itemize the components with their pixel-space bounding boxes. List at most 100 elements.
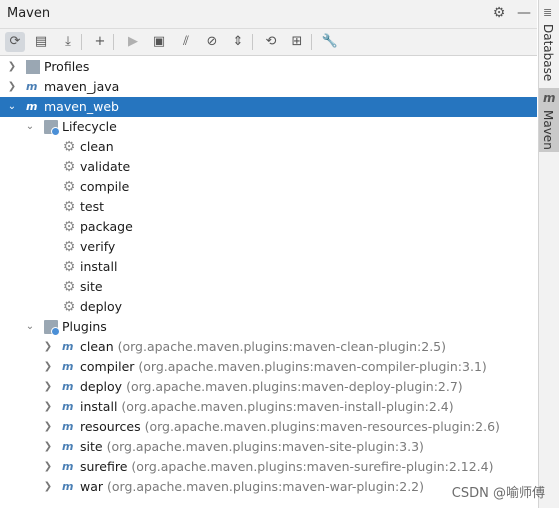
tree-node-label: test xyxy=(80,199,105,214)
chevron-right-icon[interactable]: ❯ xyxy=(42,397,54,417)
show-diagram-button[interactable]: ⊞ xyxy=(287,32,307,52)
chevron-right-icon[interactable]: ❯ xyxy=(42,357,54,377)
tree-node-label: compiler (org.apache.maven.plugins:maven… xyxy=(80,357,487,377)
tree-node-maven-java[interactable]: ❯ m maven_java xyxy=(0,77,537,97)
maven-plugin-icon: m xyxy=(62,480,74,493)
plugin-name: compiler xyxy=(80,359,135,374)
chevron-right-icon[interactable]: ❯ xyxy=(42,457,54,477)
tree-node-label: maven_java xyxy=(44,79,120,94)
tree-node-maven-web[interactable]: ⌄ m maven_web xyxy=(0,97,537,117)
skip-tests-button[interactable]: ⊘ xyxy=(202,32,222,52)
chevron-right-icon[interactable]: ❯ xyxy=(42,477,54,497)
gear-icon[interactable]: ⚙ xyxy=(490,4,508,22)
gear-icon: ⚙ xyxy=(62,139,76,155)
watermark: CSDN @喻师傅 xyxy=(451,486,545,501)
plugin-coordinates: (org.apache.maven.plugins:maven-war-plug… xyxy=(107,479,425,494)
plugin-node-surefire[interactable]: ❯ m surefire (org.apache.maven.plugins:mav… xyxy=(0,457,537,477)
tree-node-label: verify xyxy=(80,239,116,254)
maven-tab-label: Maven xyxy=(541,110,555,150)
chevron-down-icon[interactable]: ⌄ xyxy=(24,317,36,337)
plugin-name: site xyxy=(80,439,103,454)
plugin-node-site[interactable]: ❯ m site (org.apache.maven.plugins:maven-s… xyxy=(0,437,537,457)
lifecycle-goal-clean[interactable]: ⚙ clean xyxy=(0,137,537,157)
chevron-down-icon[interactable]: ⌄ xyxy=(6,97,18,117)
plugin-coordinates: (org.apache.maven.plugins:maven-resource… xyxy=(144,419,500,434)
profiles-folder-icon xyxy=(26,60,40,74)
chevron-right-icon[interactable]: ❯ xyxy=(42,377,54,397)
chevron-down-icon[interactable]: ⌄ xyxy=(24,117,36,137)
plugin-coordinates: (org.apache.maven.plugins:maven-site-plu… xyxy=(106,439,424,454)
chevron-right-icon[interactable]: ❯ xyxy=(42,337,54,357)
gear-icon: ⚙ xyxy=(62,159,76,175)
terminal-icon: ▣ xyxy=(152,34,166,49)
tree-node-label: compile xyxy=(80,179,130,194)
tree-node-lifecycle[interactable]: ⌄ Lifecycle xyxy=(0,117,537,137)
tree-node-label: validate xyxy=(80,159,131,174)
toolbar-separator xyxy=(252,34,253,50)
analyze-icon: ⟲ xyxy=(265,34,277,49)
lifecycle-goal-test[interactable]: ⚙ test xyxy=(0,197,537,217)
gear-icon: ⚙ xyxy=(62,199,76,215)
add-maven-project-button[interactable]: + xyxy=(90,32,110,52)
maven-plugin-icon: m xyxy=(62,340,74,353)
plugin-name: war xyxy=(80,479,104,494)
plugin-node-deploy[interactable]: ❯ m deploy (org.apache.maven.plugins:maven… xyxy=(0,377,537,397)
maven-plugin-icon: m xyxy=(62,360,74,373)
plugin-name: deploy xyxy=(80,379,123,394)
maven-project-tree: ❯ Profiles ❯ m maven_java ⌄ m maven_web … xyxy=(0,57,537,508)
database-tab[interactable]: ≣ Database xyxy=(539,4,559,82)
minus-icon[interactable]: — xyxy=(515,4,533,22)
refresh-icon: ⟳ xyxy=(9,34,21,49)
reload-all-projects-button[interactable]: ⟳ xyxy=(5,32,25,52)
chevron-right-icon[interactable]: ❯ xyxy=(42,417,54,437)
maven-module-icon: m xyxy=(26,100,38,113)
tree-node-label: site (org.apache.maven.plugins:maven-sit… xyxy=(80,437,424,457)
plugins-folder-icon xyxy=(44,320,60,336)
toolbar-separator xyxy=(81,34,82,50)
database-tab-label: Database xyxy=(541,24,555,82)
plus-icon: + xyxy=(94,34,106,49)
gear-icon: ⚙ xyxy=(62,279,76,295)
plugin-name: install xyxy=(80,399,118,414)
generate-sources-button[interactable]: ▤ xyxy=(31,32,51,52)
toggle-offline-mode-button[interactable]: ⫽ xyxy=(176,32,196,52)
lifecycle-goal-install[interactable]: ⚙ install xyxy=(0,257,537,277)
chevron-right-icon[interactable]: ❯ xyxy=(6,77,18,97)
tree-node-label: war (org.apache.maven.plugins:maven-war-… xyxy=(80,477,424,497)
gear-icon: ⚙ xyxy=(62,239,76,255)
lifecycle-goal-validate[interactable]: ⚙ validate xyxy=(0,157,537,177)
maven-settings-button[interactable]: 🔧 xyxy=(320,32,340,52)
tree-node-label: deploy (org.apache.maven.plugins:maven-d… xyxy=(80,377,463,397)
plugin-coordinates: (org.apache.maven.plugins:maven-clean-pl… xyxy=(117,339,446,354)
plugin-node-install[interactable]: ❯ m install (org.apache.maven.plugins:mave… xyxy=(0,397,537,417)
lifecycle-goal-deploy[interactable]: ⚙ deploy xyxy=(0,297,537,317)
right-tool-strip: ≣ Database m Maven xyxy=(538,0,559,508)
tree-node-profiles[interactable]: ❯ Profiles xyxy=(0,57,537,77)
maven-tab[interactable]: m Maven xyxy=(539,88,559,152)
download-sources-button[interactable]: ⤓ xyxy=(58,32,78,52)
plugin-coordinates: (org.apache.maven.plugins:maven-deploy-p… xyxy=(126,379,463,394)
show-dependencies-button[interactable]: ⇕ xyxy=(228,32,248,52)
tree-node-label: resources (org.apache.maven.plugins:mave… xyxy=(80,417,500,437)
run-maven-build-button[interactable]: ▶ xyxy=(123,32,143,52)
toolbar-separator xyxy=(113,34,114,50)
play-icon: ▶ xyxy=(128,34,138,49)
maven-plugin-icon: m xyxy=(62,440,74,453)
plugin-node-clean[interactable]: ❯ m clean (org.apache.maven.plugins:maven-… xyxy=(0,337,537,357)
execute-maven-goal-button[interactable]: ▣ xyxy=(149,32,169,52)
gear-icon: ⚙ xyxy=(62,219,76,235)
lifecycle-goal-site[interactable]: ⚙ site xyxy=(0,277,537,297)
plugin-node-compiler[interactable]: ❯ m compiler (org.apache.maven.plugins:mav… xyxy=(0,357,537,377)
tree-node-label: clean (org.apache.maven.plugins:maven-cl… xyxy=(80,337,446,357)
tree-node-plugins[interactable]: ⌄ Plugins xyxy=(0,317,537,337)
lifecycle-goal-verify[interactable]: ⚙ verify xyxy=(0,237,537,257)
toolbar-separator xyxy=(311,34,312,50)
lifecycle-goal-package[interactable]: ⚙ package xyxy=(0,217,537,237)
maven-toolbar: ⟳ ▤ ⤓ + ▶ ▣ ⫽ ⊘ ⇕ ⟲ ⊞ 🔧 xyxy=(0,29,537,56)
lifecycle-goal-compile[interactable]: ⚙ compile xyxy=(0,177,537,197)
chevron-right-icon[interactable]: ❯ xyxy=(42,437,54,457)
analyze-dependencies-button[interactable]: ⟲ xyxy=(261,32,281,52)
plugin-node-resources[interactable]: ❯ m resources (org.apache.maven.plugins:ma… xyxy=(0,417,537,437)
plugin-coordinates: (org.apache.maven.plugins:maven-surefire… xyxy=(131,459,494,474)
chevron-right-icon[interactable]: ❯ xyxy=(6,57,18,77)
